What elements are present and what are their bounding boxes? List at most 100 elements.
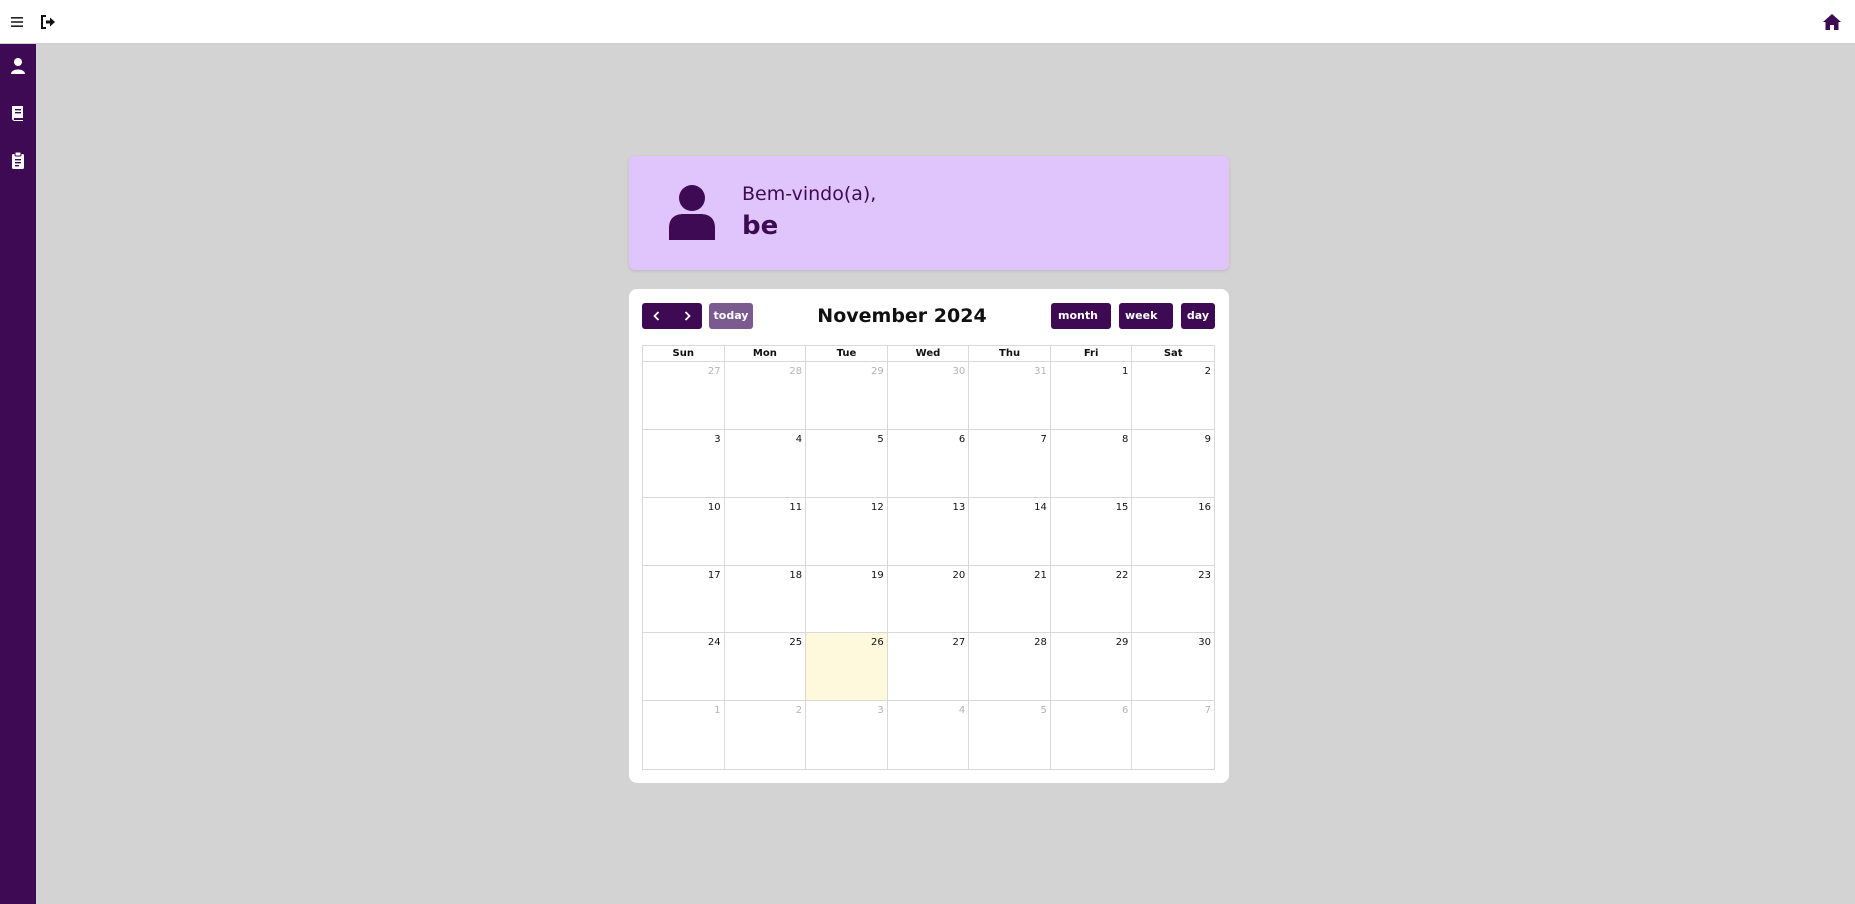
- calendar-day-cell[interactable]: 4: [724, 429, 807, 498]
- calendar-day-cell[interactable]: 21: [969, 565, 1051, 634]
- weekday-header: Tue: [806, 346, 888, 362]
- calendar-day-cell[interactable]: 15: [1050, 497, 1133, 566]
- calendar-day-cell[interactable]: 1: [1050, 362, 1133, 430]
- day-number[interactable]: 10: [708, 502, 721, 513]
- calendar-day-cell[interactable]: 5: [806, 429, 888, 498]
- calendar-day-cell[interactable]: 3: [806, 701, 888, 769]
- day-number[interactable]: 3: [877, 705, 883, 716]
- calendar-day-cell[interactable]: 30: [887, 362, 970, 430]
- calendar-day-cell[interactable]: 3: [643, 429, 725, 498]
- day-number[interactable]: 9: [1205, 434, 1211, 445]
- calendar-day-cell[interactable]: 16: [1132, 498, 1214, 566]
- day-number[interactable]: 6: [959, 434, 965, 445]
- day-number[interactable]: 23: [1198, 570, 1211, 581]
- day-number[interactable]: 15: [1116, 502, 1129, 513]
- day-number[interactable]: 27: [708, 366, 721, 377]
- prev-button[interactable]: [642, 303, 672, 329]
- day-number[interactable]: 22: [1116, 570, 1129, 581]
- calendar-day-cell[interactable]: 9: [1132, 430, 1214, 498]
- user-avatar-icon: [667, 184, 717, 240]
- day-number[interactable]: 29: [1116, 637, 1129, 648]
- day-number[interactable]: 13: [953, 502, 966, 513]
- calendar-day-cell[interactable]: 18: [724, 565, 807, 634]
- day-number[interactable]: 4: [959, 705, 965, 716]
- calendar-day-cell[interactable]: 8: [1050, 429, 1133, 498]
- calendar-day-cell[interactable]: 22: [1050, 565, 1133, 634]
- day-number[interactable]: 17: [708, 570, 721, 581]
- day-number[interactable]: 1: [1122, 366, 1128, 377]
- day-number[interactable]: 12: [871, 502, 884, 513]
- day-number[interactable]: 4: [796, 434, 802, 445]
- calendar-day-cell[interactable]: 19: [806, 565, 888, 634]
- day-number[interactable]: 31: [1034, 366, 1047, 377]
- day-number[interactable]: 11: [789, 502, 802, 513]
- day-number[interactable]: 24: [708, 637, 721, 648]
- day-number[interactable]: 16: [1198, 502, 1211, 513]
- day-number[interactable]: 30: [1198, 637, 1211, 648]
- calendar-day-cell[interactable]: 4: [888, 701, 970, 769]
- day-view-button[interactable]: day: [1181, 303, 1215, 329]
- calendar-day-cell[interactable]: 27: [887, 633, 970, 702]
- calendar-day-cell[interactable]: 6: [887, 429, 970, 498]
- day-number[interactable]: 2: [796, 705, 802, 716]
- calendar-day-cell[interactable]: 7: [1132, 701, 1214, 769]
- calendar-day-cell[interactable]: 14: [969, 497, 1051, 566]
- calendar-title: November 2024: [817, 305, 987, 327]
- day-number[interactable]: 20: [953, 570, 966, 581]
- month-view-button[interactable]: month: [1051, 303, 1111, 329]
- day-number[interactable]: 27: [953, 637, 966, 648]
- weekday-header: Mon: [724, 346, 807, 362]
- day-number[interactable]: 7: [1040, 434, 1046, 445]
- calendar-day-cell[interactable]: 25: [724, 633, 807, 702]
- calendar-day-cell[interactable]: 24: [643, 633, 725, 702]
- calendar-day-cell[interactable]: 7: [969, 429, 1051, 498]
- calendar-day-cell[interactable]: 28: [969, 633, 1051, 702]
- calendar-day-cell[interactable]: 20: [887, 565, 970, 634]
- day-number[interactable]: 3: [714, 434, 720, 445]
- calendar-day-cell[interactable]: 12: [806, 497, 888, 566]
- calendar-day-cell[interactable]: 28: [724, 362, 807, 430]
- calendar-day-cell[interactable]: 6: [1051, 701, 1133, 769]
- calendar-day-cell[interactable]: 1: [643, 701, 725, 769]
- day-number[interactable]: 30: [953, 366, 966, 377]
- calendar-day-cell[interactable]: 13: [887, 497, 970, 566]
- calendar-day-cell[interactable]: 29: [1050, 633, 1133, 702]
- clipboard-icon[interactable]: [8, 150, 28, 170]
- day-number[interactable]: 14: [1034, 502, 1047, 513]
- calendar-day-cell-today[interactable]: 26: [806, 633, 888, 702]
- calendar-day-cell[interactable]: 2: [1132, 362, 1214, 430]
- day-number[interactable]: 28: [1034, 637, 1047, 648]
- calendar-day-cell[interactable]: 2: [725, 701, 807, 769]
- week-view-button[interactable]: week: [1119, 303, 1173, 329]
- home-icon[interactable]: [1822, 12, 1842, 32]
- day-number[interactable]: 6: [1122, 705, 1128, 716]
- user-icon[interactable]: [8, 56, 28, 76]
- calendar-day-cell[interactable]: 23: [1132, 566, 1214, 634]
- day-number[interactable]: 1: [714, 705, 720, 716]
- today-button[interactable]: today: [709, 303, 753, 329]
- calendar-day-cell[interactable]: 30: [1132, 633, 1214, 702]
- calendar-day-cell[interactable]: 11: [724, 497, 807, 566]
- book-icon[interactable]: [8, 103, 28, 123]
- menu-icon[interactable]: [8, 12, 28, 32]
- calendar-day-cell[interactable]: 10: [643, 497, 725, 566]
- day-number[interactable]: 29: [871, 366, 884, 377]
- day-number[interactable]: 5: [1040, 705, 1046, 716]
- day-number[interactable]: 2: [1205, 366, 1211, 377]
- calendar-day-cell[interactable]: 17: [643, 565, 725, 634]
- day-number[interactable]: 18: [789, 570, 802, 581]
- day-number[interactable]: 8: [1122, 434, 1128, 445]
- day-number[interactable]: 5: [877, 434, 883, 445]
- day-number[interactable]: 25: [789, 637, 802, 648]
- next-button[interactable]: [672, 303, 702, 329]
- calendar-day-cell[interactable]: 27: [643, 362, 725, 430]
- day-number[interactable]: 7: [1205, 705, 1211, 716]
- day-number[interactable]: 28: [789, 366, 802, 377]
- day-number[interactable]: 26: [871, 637, 884, 648]
- calendar-day-cell[interactable]: 5: [969, 701, 1051, 769]
- day-number[interactable]: 19: [871, 570, 884, 581]
- calendar-day-cell[interactable]: 31: [969, 362, 1051, 430]
- calendar-day-cell[interactable]: 29: [806, 362, 888, 430]
- day-number[interactable]: 21: [1034, 570, 1047, 581]
- logout-icon[interactable]: [38, 12, 58, 32]
